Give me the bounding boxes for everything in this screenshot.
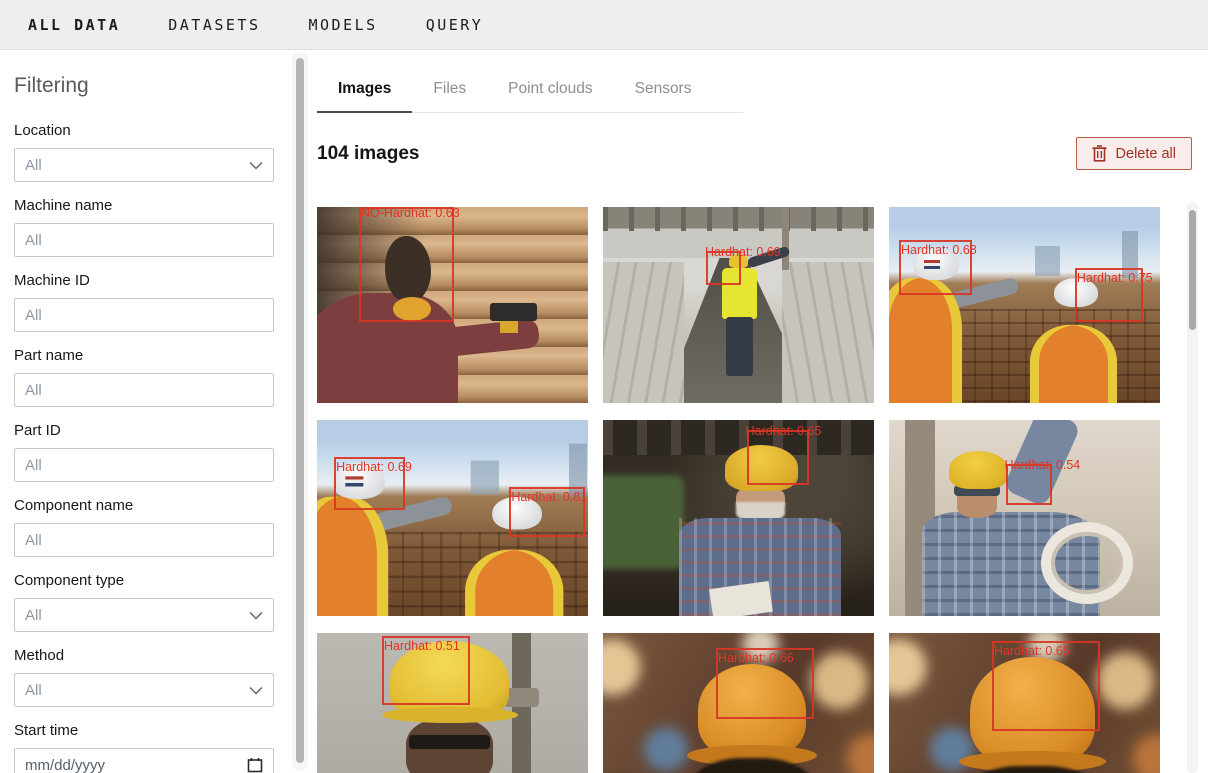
image-card[interactable]: Hardhat: 0.69 [603, 207, 874, 403]
tab-files[interactable]: Files [412, 76, 487, 113]
detection-label: Hardhat: 0.65 [746, 424, 822, 438]
detection-label: Hardhat: 0.68 [901, 243, 977, 257]
detection-box: Hardhat: 0.75 [1075, 268, 1143, 322]
part-name-input[interactable] [14, 373, 274, 407]
chevron-down-icon [249, 161, 263, 170]
photo-dark-workshop-engineer [603, 420, 874, 616]
detection-label: Hardhat: 0.75 [1077, 271, 1153, 285]
tab-point-clouds[interactable]: Point clouds [487, 76, 613, 113]
filter-label-component-name: Component name [14, 497, 276, 514]
image-grid: NO-Hardhat: 0.63 Hardhat: 0.69 [317, 207, 1160, 773]
detection-box: Hardhat: 0.65 [747, 430, 809, 485]
filter-label-part-name: Part name [14, 347, 276, 364]
image-card[interactable]: Hardhat: 0.51 [317, 633, 588, 773]
grid-scrollbar-thumb[interactable] [1189, 210, 1196, 330]
filter-label-location: Location [14, 122, 276, 139]
detection-box: Hardhat: 0.54 [1006, 464, 1052, 505]
method-select[interactable]: All [14, 673, 274, 707]
component-name-input[interactable] [14, 523, 274, 557]
location-select[interactable]: All [14, 148, 274, 182]
detection-box: Hardhat: 0.65 [992, 641, 1100, 731]
image-card[interactable]: NO-Hardhat: 0.63 [317, 207, 588, 403]
detection-box: Hardhat: 0.81 [509, 487, 585, 537]
delete-all-label: Delete all [1116, 146, 1176, 162]
main-content: Images Files Point clouds Sensors 104 im… [292, 50, 1208, 773]
machine-name-input[interactable] [14, 223, 274, 257]
detection-box: Hardhat: 0.51 [382, 636, 470, 705]
top-navigation: ALL DATA DATASETS MODELS QUERY [0, 0, 1208, 50]
filter-label-method: Method [14, 647, 276, 664]
detection-box: Hardhat: 0.68 [899, 240, 972, 295]
part-id-input[interactable] [14, 448, 274, 482]
photo-precast-factory [603, 207, 874, 403]
calendar-icon[interactable] [247, 757, 263, 773]
start-time-placeholder: mm/dd/yyyy [25, 757, 247, 773]
image-count: 104 images [317, 143, 419, 165]
filter-label-start-time: Start time [14, 722, 276, 739]
method-select-value: All [25, 682, 249, 699]
detection-label: Hardhat: 0.54 [1005, 458, 1081, 472]
detection-box: Hardhat: 0.69 [334, 457, 404, 510]
filter-title: Filtering [14, 74, 276, 98]
detection-box: Hardhat: 0.66 [716, 648, 814, 719]
detection-label: Hardhat: 0.69 [705, 245, 781, 259]
filter-label-machine-name: Machine name [14, 197, 276, 214]
tab-images[interactable]: Images [317, 76, 412, 113]
grid-scrollbar[interactable] [1187, 202, 1198, 773]
image-card[interactable]: Hardhat: 0.65 [603, 420, 874, 616]
chevron-down-icon [249, 611, 263, 620]
image-card[interactable]: Hardhat: 0.66 [603, 633, 874, 773]
machine-id-input[interactable] [14, 298, 274, 332]
detection-box: Hardhat: 0.69 [706, 251, 741, 285]
detection-label: Hardhat: 0.69 [336, 460, 412, 474]
image-card[interactable]: Hardhat: 0.54 [889, 420, 1160, 616]
filter-label-component-type: Component type [14, 572, 276, 589]
image-card[interactable]: Hardhat: 0.68 Hardhat: 0.75 [889, 207, 1160, 403]
image-card[interactable]: Hardhat: 0.69 Hardhat: 0.81 [317, 420, 588, 616]
filter-label-machine-id: Machine ID [14, 272, 276, 289]
detection-label: Hardhat: 0.81 [511, 490, 587, 504]
nav-all-data[interactable]: ALL DATA [28, 16, 120, 34]
chevron-down-icon [249, 686, 263, 695]
filter-label-part-id: Part ID [14, 422, 276, 439]
component-type-select-value: All [25, 607, 249, 624]
component-type-select[interactable]: All [14, 598, 274, 632]
nav-datasets[interactable]: DATASETS [168, 16, 260, 34]
detection-label: Hardhat: 0.51 [384, 639, 460, 653]
trash-icon [1092, 145, 1107, 162]
detection-box: NO-Hardhat: 0.63 [359, 207, 454, 322]
nav-models[interactable]: MODELS [309, 16, 378, 34]
photo-electrician-cable [889, 420, 1160, 616]
content-tabs: Images Files Point clouds Sensors [317, 76, 743, 113]
delete-all-button[interactable]: Delete all [1076, 137, 1192, 170]
nav-query[interactable]: QUERY [426, 16, 484, 34]
image-card[interactable]: Hardhat: 0.65 [889, 633, 1160, 773]
detection-label: Hardhat: 0.65 [994, 644, 1070, 658]
detection-label: NO-Hardhat: 0.63 [361, 207, 460, 220]
location-select-value: All [25, 157, 249, 174]
filter-sidebar: Filtering Location All Machine name Mach… [0, 50, 292, 773]
start-time-date-input[interactable]: mm/dd/yyyy [14, 748, 274, 773]
tab-sensors[interactable]: Sensors [614, 76, 713, 113]
detection-label: Hardhat: 0.66 [718, 651, 794, 665]
